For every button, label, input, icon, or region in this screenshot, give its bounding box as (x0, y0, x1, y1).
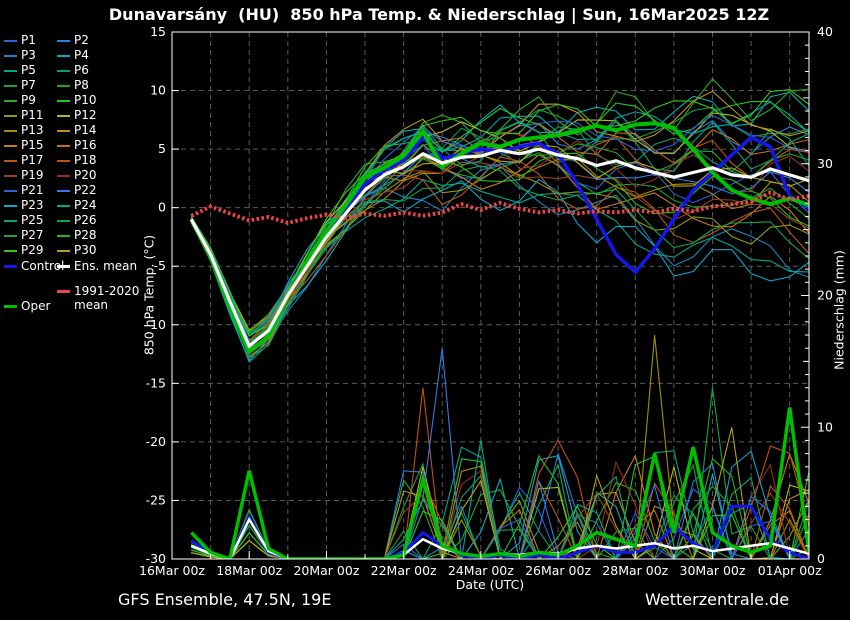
member-temp-P17 (191, 157, 809, 348)
x-axis-title: Date (UTC) (456, 577, 524, 592)
x-tick-label: 26Mar 00z (525, 563, 591, 578)
member-temp-P11 (191, 167, 809, 356)
x-tick-label: 16Mar 00z (139, 563, 205, 578)
y-right-tick-label: 40 (817, 24, 833, 39)
member-temp-P15 (191, 155, 809, 357)
y-left-tick-label: 15 (150, 24, 166, 39)
meteogram-screen: Dunavarsány (HU) 850 hPa Temp. & Nieders… (0, 0, 850, 620)
x-tick-label: 22Mar 00z (371, 563, 437, 578)
x-tick-label: 28Mar 00z (602, 563, 668, 578)
y-left-tick-label: -20 (146, 434, 166, 449)
member-temp-P1 (191, 141, 809, 354)
y-left-tick-label: 10 (150, 83, 166, 98)
member-temp-P3 (191, 166, 809, 350)
meteogram-plot: 151050-5-10-15-20-25-3001020304016Mar 00… (0, 0, 850, 620)
x-tick-label: 20Mar 00z (293, 563, 359, 578)
y-right-tick-label: 30 (817, 156, 833, 171)
y-right-axis-title: Niederschlag (mm) (832, 250, 847, 370)
x-tick-label: 18Mar 00z (216, 563, 282, 578)
x-tick-label: 01Apr 00z (758, 563, 822, 578)
y-left-tick-label: 0 (158, 200, 166, 215)
x-tick-label: 30Mar 00z (680, 563, 746, 578)
y-left-axis-title: 850 hPa Temp. (°C) (142, 235, 157, 355)
member-temp-P26 (191, 166, 809, 358)
member-temp-P19 (191, 162, 809, 354)
y-left-tick-label: 5 (158, 141, 166, 156)
member-precip-P13 (191, 335, 809, 559)
watermark-text: Wetterzentrale.de (645, 590, 789, 609)
y-left-tick-label: -25 (146, 492, 166, 507)
y-left-tick-label: -15 (146, 375, 166, 390)
y-right-tick-label: 10 (817, 419, 833, 434)
model-info-text: GFS Ensemble, 47.5N, 19E (118, 590, 331, 609)
x-tick-label: 24Mar 00z (448, 563, 514, 578)
